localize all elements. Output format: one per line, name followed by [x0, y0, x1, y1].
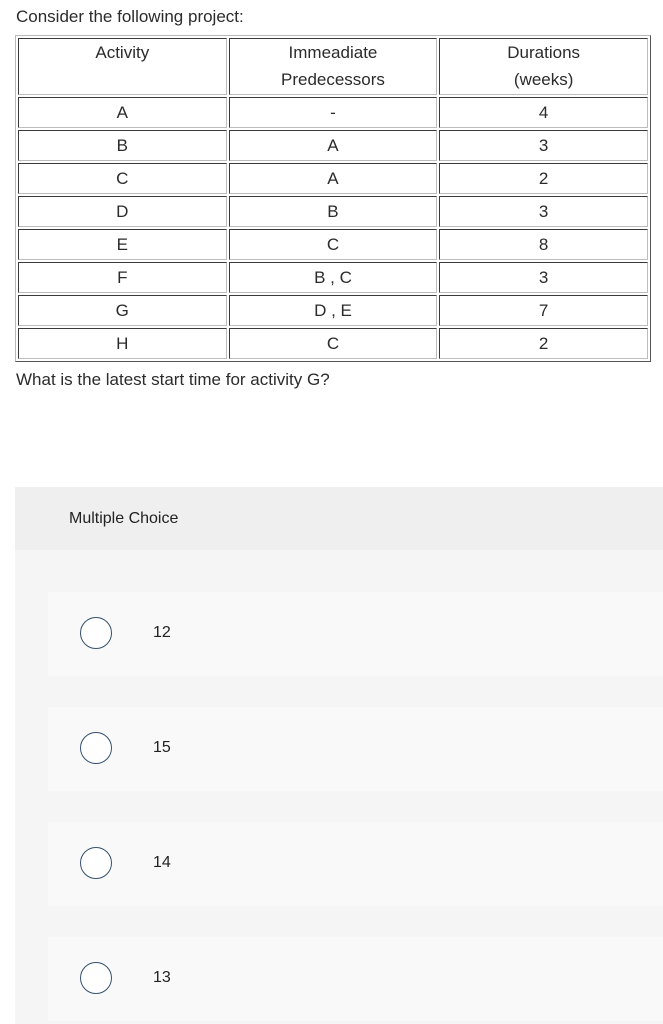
- table-row: F B , C 3: [18, 262, 648, 293]
- cell-activity: B: [18, 130, 227, 161]
- answer-option-label: 14: [153, 854, 171, 871]
- answer-option[interactable]: 14: [48, 822, 663, 906]
- project-table: Activity Immeadiate Predecessors Duratio…: [15, 35, 651, 362]
- table-row: D B 3: [18, 196, 648, 227]
- cell-activity: E: [18, 229, 227, 260]
- cell-predecessors: D , E: [228, 295, 438, 326]
- header-duration: Durations (weeks): [439, 38, 648, 95]
- cell-predecessors: C: [228, 229, 438, 260]
- cell-predecessors: -: [228, 97, 438, 128]
- radio-unchecked-icon[interactable]: [80, 962, 112, 994]
- cell-duration: 7: [439, 295, 648, 326]
- table-header-row: Activity Immeadiate Predecessors Duratio…: [18, 38, 648, 95]
- answer-option-label: 15: [153, 739, 171, 756]
- answer-option[interactable]: 12: [48, 592, 663, 676]
- table-row: G D , E 7: [18, 295, 648, 326]
- cell-duration: 3: [439, 262, 648, 293]
- header-activity: Activity: [18, 38, 227, 95]
- cell-activity: G: [18, 295, 227, 326]
- cell-duration: 3: [439, 130, 648, 161]
- cell-duration: 4: [439, 97, 648, 128]
- table-row: C A 2: [18, 163, 648, 194]
- cell-duration: 8: [439, 229, 648, 260]
- table-row: H C 2: [18, 328, 648, 359]
- radio-unchecked-icon[interactable]: [80, 732, 112, 764]
- cell-predecessors: A: [228, 163, 438, 194]
- cell-duration: 2: [439, 328, 648, 359]
- table-row: A - 4: [18, 97, 648, 128]
- cell-duration: 2: [439, 163, 648, 194]
- table-row: E C 8: [18, 229, 648, 260]
- intro-text: Consider the following project:: [16, 7, 244, 26]
- answer-option-label: 12: [153, 624, 171, 641]
- radio-unchecked-icon[interactable]: [80, 847, 112, 879]
- multiple-choice-header: Multiple Choice: [15, 487, 663, 550]
- table-row: B A 3: [18, 130, 648, 161]
- header-predecessors: Immeadiate Predecessors: [228, 38, 438, 95]
- answer-option[interactable]: 13: [48, 937, 663, 1021]
- cell-duration: 3: [439, 196, 648, 227]
- cell-activity: F: [18, 262, 227, 293]
- cell-activity: A: [18, 97, 227, 128]
- multiple-choice-panel: Multiple Choice 12 15 14 13: [15, 487, 663, 1024]
- cell-predecessors: B , C: [228, 262, 438, 293]
- question-text: What is the latest start time for activi…: [16, 370, 330, 389]
- answer-option-label: 13: [153, 969, 171, 986]
- answer-option[interactable]: 15: [48, 707, 663, 791]
- cell-activity: H: [18, 328, 227, 359]
- cell-activity: C: [18, 163, 227, 194]
- cell-predecessors: A: [228, 130, 438, 161]
- cell-predecessors: C: [228, 328, 438, 359]
- radio-unchecked-icon[interactable]: [80, 617, 112, 649]
- multiple-choice-title: Multiple Choice: [69, 510, 179, 527]
- cell-activity: D: [18, 196, 227, 227]
- cell-predecessors: B: [228, 196, 438, 227]
